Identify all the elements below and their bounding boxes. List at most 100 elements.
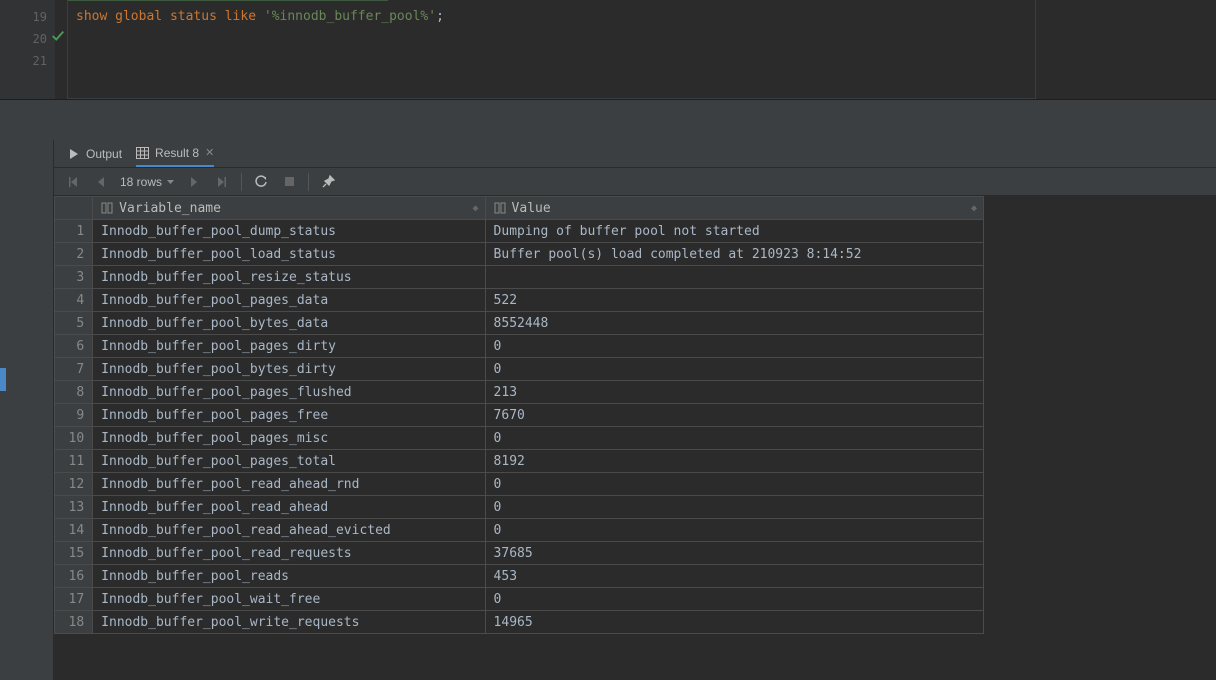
- row-marker: [0, 368, 6, 391]
- row-number: 13: [55, 496, 93, 519]
- cell-value[interactable]: Buffer pool(s) load completed at 210923 …: [485, 243, 983, 266]
- row-number: 3: [55, 266, 93, 289]
- line-number-label: 20: [33, 32, 47, 46]
- column-icon: [101, 202, 113, 214]
- cell-variable[interactable]: Innodb_buffer_pool_pages_flushed: [93, 381, 485, 404]
- table-row[interactable]: 6Innodb_buffer_pool_pages_dirty0: [55, 335, 984, 358]
- cell-value[interactable]: 213: [485, 381, 983, 404]
- next-page-icon[interactable]: [185, 173, 203, 191]
- splitter[interactable]: [0, 100, 1216, 140]
- cell-value[interactable]: 0: [485, 519, 983, 542]
- table-row[interactable]: 15Innodb_buffer_pool_read_requests37685: [55, 542, 984, 565]
- check-icon: [51, 29, 65, 43]
- column-icon: [494, 202, 506, 214]
- tabs-bar: Output Result 8 ✕: [54, 140, 1216, 168]
- table-row[interactable]: 11Innodb_buffer_pool_pages_total8192: [55, 450, 984, 473]
- column-header-value[interactable]: Value ◆: [485, 197, 983, 220]
- cell-variable[interactable]: Innodb_buffer_pool_dump_status: [93, 220, 485, 243]
- row-number: 5: [55, 312, 93, 335]
- editor-pane: 19 20 21 show global status like '%innod…: [0, 0, 1216, 100]
- cell-variable[interactable]: Innodb_buffer_pool_write_requests: [93, 611, 485, 634]
- side-gutter: [0, 140, 53, 680]
- stop-icon[interactable]: [280, 173, 298, 191]
- code-editor[interactable]: show global status like '%innodb_buffer_…: [67, 0, 1036, 99]
- table-row[interactable]: 12Innodb_buffer_pool_read_ahead_rnd0: [55, 473, 984, 496]
- table-row[interactable]: 17Innodb_buffer_pool_wait_free0: [55, 588, 984, 611]
- cell-value[interactable]: 453: [485, 565, 983, 588]
- cell-value[interactable]: 0: [485, 358, 983, 381]
- row-number: 14: [55, 519, 93, 542]
- table-row[interactable]: 7Innodb_buffer_pool_bytes_dirty0: [55, 358, 984, 381]
- cell-value[interactable]: 7670: [485, 404, 983, 427]
- cell-value[interactable]: 8552448: [485, 312, 983, 335]
- cell-variable[interactable]: Innodb_buffer_pool_load_status: [93, 243, 485, 266]
- line-number: 19: [0, 6, 47, 28]
- cell-variable[interactable]: Innodb_buffer_pool_wait_free: [93, 588, 485, 611]
- result-grid-wrap[interactable]: Variable_name ◆ V: [54, 196, 1216, 680]
- cell-variable[interactable]: Innodb_buffer_pool_pages_misc: [93, 427, 485, 450]
- cell-variable[interactable]: Innodb_buffer_pool_bytes_dirty: [93, 358, 485, 381]
- cell-variable[interactable]: Innodb_buffer_pool_pages_dirty: [93, 335, 485, 358]
- line-number: 21: [0, 50, 47, 72]
- prev-page-icon[interactable]: [92, 173, 110, 191]
- cell-value[interactable]: 0: [485, 427, 983, 450]
- table-row[interactable]: 1Innodb_buffer_pool_dump_statusDumping o…: [55, 220, 984, 243]
- close-icon[interactable]: ✕: [205, 146, 214, 159]
- result-grid: Variable_name ◆ V: [54, 196, 984, 634]
- cell-variable[interactable]: Innodb_buffer_pool_pages_free: [93, 404, 485, 427]
- table-row[interactable]: 3Innodb_buffer_pool_resize_status: [55, 266, 984, 289]
- table-row[interactable]: 18Innodb_buffer_pool_write_requests14965: [55, 611, 984, 634]
- cell-value[interactable]: 0: [485, 473, 983, 496]
- refresh-icon[interactable]: [252, 173, 270, 191]
- cell-variable[interactable]: Innodb_buffer_pool_pages_data: [93, 289, 485, 312]
- column-label: Variable_name: [119, 201, 221, 216]
- cell-value[interactable]: 8192: [485, 450, 983, 473]
- table-row[interactable]: 10Innodb_buffer_pool_pages_misc0: [55, 427, 984, 450]
- pin-icon[interactable]: [319, 173, 337, 191]
- cell-variable[interactable]: Innodb_buffer_pool_reads: [93, 565, 485, 588]
- table-row[interactable]: 5Innodb_buffer_pool_bytes_data8552448: [55, 312, 984, 335]
- table-row[interactable]: 14Innodb_buffer_pool_read_ahead_evicted0: [55, 519, 984, 542]
- column-header-variable[interactable]: Variable_name ◆: [93, 197, 485, 220]
- cell-value[interactable]: 14965: [485, 611, 983, 634]
- table-row[interactable]: 13Innodb_buffer_pool_read_ahead0: [55, 496, 984, 519]
- rows-count[interactable]: 18 rows: [120, 175, 175, 189]
- cell-value[interactable]: 522: [485, 289, 983, 312]
- tab-output[interactable]: Output: [68, 140, 122, 167]
- cell-value[interactable]: 0: [485, 335, 983, 358]
- rows-count-label: 18 rows: [120, 175, 162, 189]
- row-number: 2: [55, 243, 93, 266]
- header-row: Variable_name ◆ V: [55, 197, 984, 220]
- separator: [241, 173, 242, 191]
- first-page-icon[interactable]: [64, 173, 82, 191]
- tab-result[interactable]: Result 8 ✕: [136, 140, 214, 167]
- row-number: 15: [55, 542, 93, 565]
- cell-variable[interactable]: Innodb_buffer_pool_bytes_data: [93, 312, 485, 335]
- table-row[interactable]: 2Innodb_buffer_pool_load_statusBuffer po…: [55, 243, 984, 266]
- table-icon: [136, 147, 149, 159]
- cell-variable[interactable]: Innodb_buffer_pool_read_ahead: [93, 496, 485, 519]
- cell-variable[interactable]: Innodb_buffer_pool_read_ahead_evicted: [93, 519, 485, 542]
- cell-variable[interactable]: Innodb_buffer_pool_read_requests: [93, 542, 485, 565]
- line-number: 20: [0, 28, 47, 50]
- sort-icon: ◆: [473, 203, 477, 214]
- last-page-icon[interactable]: [213, 173, 231, 191]
- cell-variable[interactable]: Innodb_buffer_pool_pages_total: [93, 450, 485, 473]
- table-row[interactable]: 9Innodb_buffer_pool_pages_free7670: [55, 404, 984, 427]
- cell-value[interactable]: Dumping of buffer pool not started: [485, 220, 983, 243]
- row-number: 6: [55, 335, 93, 358]
- table-row[interactable]: 4Innodb_buffer_pool_pages_data522: [55, 289, 984, 312]
- tab-label: Output: [86, 147, 122, 161]
- table-row[interactable]: 8Innodb_buffer_pool_pages_flushed213: [55, 381, 984, 404]
- play-icon: [68, 148, 80, 160]
- cell-variable[interactable]: Innodb_buffer_pool_read_ahead_rnd: [93, 473, 485, 496]
- cell-value[interactable]: 37685: [485, 542, 983, 565]
- separator: [308, 173, 309, 191]
- cell-value[interactable]: [485, 266, 983, 289]
- cell-value[interactable]: 0: [485, 588, 983, 611]
- table-row[interactable]: 16Innodb_buffer_pool_reads453: [55, 565, 984, 588]
- cell-variable[interactable]: Innodb_buffer_pool_resize_status: [93, 266, 485, 289]
- cell-value[interactable]: 0: [485, 496, 983, 519]
- row-number: 4: [55, 289, 93, 312]
- row-number: 9: [55, 404, 93, 427]
